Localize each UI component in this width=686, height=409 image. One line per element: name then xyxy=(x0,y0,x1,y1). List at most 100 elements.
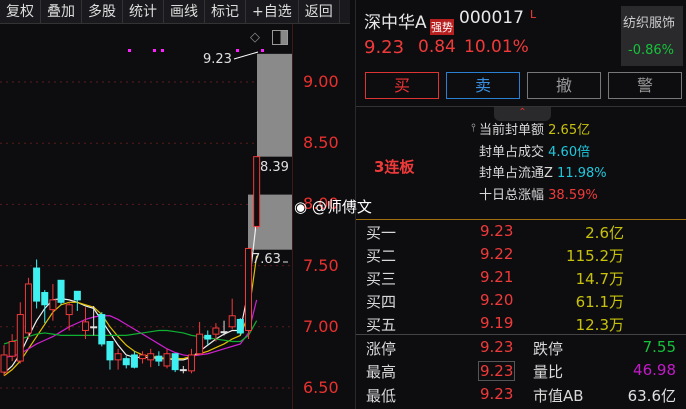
seal-info-row: 封单占成交 4.60倍 xyxy=(479,141,590,160)
candle-body xyxy=(24,283,32,334)
y-tick-label: 9.00 xyxy=(303,72,339,91)
watermark: ◉ @师傅文 xyxy=(294,196,372,217)
seal-info-value: 2.65亿 xyxy=(548,123,591,138)
weibo-icon: ◉ xyxy=(294,198,308,216)
high-price-label: 9.23 xyxy=(203,52,232,67)
sector-box[interactable]: 纺织服饰 -0.86% xyxy=(621,6,683,66)
price-change-pct: 10.01% xyxy=(464,37,529,57)
order-price: 9.20 xyxy=(480,291,514,309)
market-cap-label: 市值AB xyxy=(533,387,584,405)
candle-body xyxy=(204,334,212,340)
seal-info-value: 4.60倍 xyxy=(548,144,591,160)
kline-chart[interactable] xyxy=(0,24,292,409)
candle-body xyxy=(220,331,228,334)
order-level: 买一 xyxy=(366,224,397,242)
signal-dot xyxy=(161,49,164,52)
toolbar-multi-stock[interactable]: 多股 xyxy=(82,0,123,24)
candle-body xyxy=(130,354,138,368)
order-volume: 14.7万 xyxy=(575,270,624,288)
buy-button[interactable]: 买 xyxy=(365,72,439,99)
candle-body xyxy=(179,369,187,372)
high-label: 最高 xyxy=(366,363,397,381)
candle-body xyxy=(155,355,163,362)
signal-dot xyxy=(236,49,239,52)
limit-up-label: 涨停 xyxy=(366,340,397,358)
order-price: 9.21 xyxy=(480,268,514,286)
diamond-icon[interactable]: ◇ xyxy=(250,30,260,45)
chart-toolbar: 复权 叠加 多股 统计 画线 标记 +自选 返回 xyxy=(0,0,350,24)
candle-body xyxy=(57,279,65,303)
seal-info-label: 十日总涨幅 xyxy=(479,187,545,203)
order-row: 买四 9.20 61.1万 xyxy=(366,291,676,314)
low-label: 最低 xyxy=(366,387,397,405)
limit-up-value: 9.23 xyxy=(480,338,514,356)
seal-info-row: 十日总涨幅 38.59% xyxy=(479,184,598,203)
cancel-button[interactable]: 撤 xyxy=(527,72,601,99)
toolbar-statistics[interactable]: 统计 xyxy=(123,0,164,24)
candle-body xyxy=(16,314,24,362)
signal-dot xyxy=(153,49,156,52)
candle-body xyxy=(49,299,57,311)
axis-divider xyxy=(292,24,293,409)
candle-body xyxy=(187,354,195,372)
low-value: 9.23 xyxy=(480,385,514,403)
order-row: 买二 9.22 115.2万 xyxy=(366,245,676,268)
candle-body xyxy=(0,354,8,373)
candle-body xyxy=(253,156,261,227)
limit-down-label: 跌停 xyxy=(533,340,564,358)
order-row: 买一 9.23 2.6亿 xyxy=(366,222,676,245)
seal-info-row: 当前封单额 2.65亿 xyxy=(479,119,590,138)
signal-dot xyxy=(128,49,131,52)
toolbar-restore-rights[interactable]: 复权 xyxy=(0,0,41,24)
stats-row-3: 最低 9.23 市值AB 63.6亿 xyxy=(366,385,676,408)
order-level: 买五 xyxy=(366,316,397,334)
order-volume: 12.3万 xyxy=(575,316,624,334)
candle-body xyxy=(98,314,106,345)
sell-button[interactable]: 卖 xyxy=(446,72,520,99)
panel-toggle-icon[interactable] xyxy=(272,30,288,45)
stock-flag: L xyxy=(530,8,537,21)
seal-info-label: 封单占流通Z xyxy=(479,166,553,181)
alert-button[interactable]: 警 xyxy=(608,72,682,99)
order-volume: 115.2万 xyxy=(566,247,624,265)
high-value: 9.23 xyxy=(478,361,516,381)
order-volume: 61.1万 xyxy=(575,293,624,311)
candle-body xyxy=(33,267,41,302)
divider-orange xyxy=(356,219,686,220)
order-volume: 2.6亿 xyxy=(585,224,624,242)
divider xyxy=(356,334,686,335)
consecutive-limit-badge: 3连板 xyxy=(374,158,415,176)
toolbar-add-watchlist[interactable]: +自选 xyxy=(246,0,299,24)
candle-body xyxy=(196,333,204,355)
strong-badge: 强势 xyxy=(430,19,454,35)
limit-down-value: 7.55 xyxy=(642,338,676,356)
seal-info-value: 38.59% xyxy=(548,187,598,203)
gap-price-label-2: 7.63 xyxy=(252,252,281,267)
price-change: 0.84 xyxy=(418,37,456,57)
stats-row-1: 涨停 9.23 跌停 7.55 xyxy=(366,338,676,361)
signal-dot xyxy=(261,49,264,52)
y-tick-label: 7.50 xyxy=(303,255,339,275)
order-price: 9.22 xyxy=(480,245,514,263)
candle-body xyxy=(245,247,252,331)
volume-ratio-label: 量比 xyxy=(533,363,564,381)
toolbar-draw-line[interactable]: 画线 xyxy=(164,0,205,24)
toolbar-back[interactable]: 返回 xyxy=(299,0,340,24)
candle-body xyxy=(114,353,122,361)
order-row: 买三 9.21 14.7万 xyxy=(366,268,676,291)
gap-box xyxy=(257,53,292,157)
high-arrow xyxy=(233,51,259,60)
y-tick-label: 7.00 xyxy=(303,316,339,336)
quote-panel: 深中华A 强势 000017 L 9.23 0.84 10.01% 纺织服饰 -… xyxy=(355,0,686,409)
candle-body xyxy=(147,353,155,361)
candle-body xyxy=(212,327,220,335)
toolbar-overlay[interactable]: 叠加 xyxy=(41,0,82,24)
toolbar-mark[interactable]: 标记 xyxy=(205,0,246,24)
sector-name: 纺织服饰 xyxy=(623,16,676,31)
y-tick-label: 8.50 xyxy=(303,133,339,153)
last-price: 9.23 xyxy=(364,37,405,58)
order-level: 买三 xyxy=(366,270,397,288)
order-level: 买四 xyxy=(366,293,397,311)
candle-body xyxy=(65,304,73,316)
candle-body xyxy=(171,353,179,371)
